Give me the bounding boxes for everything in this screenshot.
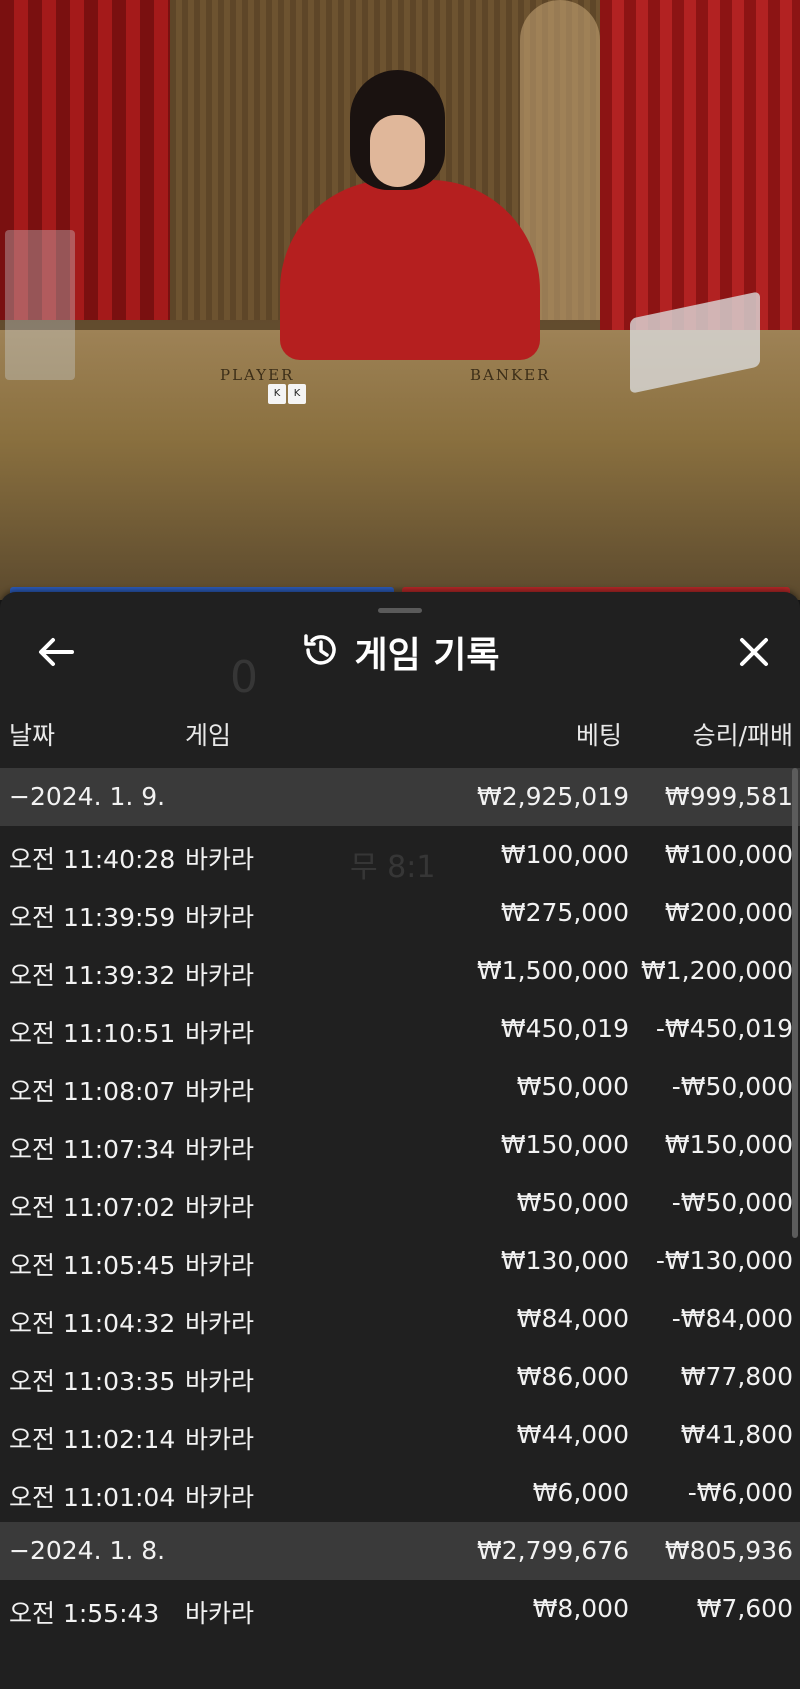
scrollbar[interactable]: [792, 768, 798, 1238]
group-total-result: ₩805,936: [664, 1536, 793, 1565]
column-header-bet: 베팅: [575, 721, 622, 750]
row-result: ₩7,600: [696, 1594, 793, 1623]
history-row[interactable]: 오전 11:04:32 바카라 ₩84,000 -₩84,000: [0, 1290, 800, 1348]
row-result: ₩41,800: [680, 1420, 793, 1449]
row-game: 바카라: [185, 1019, 255, 1048]
row-game: 바카라: [185, 1193, 255, 1222]
row-result: -₩50,000: [671, 1188, 793, 1217]
history-row[interactable]: 오전 11:02:14 바카라 ₩44,000 ₩41,800: [0, 1406, 800, 1464]
row-result: ₩150,000: [664, 1130, 793, 1159]
row-bet: ₩50,000: [516, 1188, 629, 1217]
row-game: 바카라: [185, 1135, 255, 1164]
column-header-date: 날짜: [9, 721, 56, 750]
playing-card: K: [288, 384, 306, 404]
row-game: 바카라: [185, 1599, 255, 1628]
row-time: 오전 11:39:32: [9, 961, 176, 990]
row-time: 오전 11:03:35: [9, 1367, 176, 1396]
history-row[interactable]: 오전 11:08:07 바카라 ₩50,000 -₩50,000: [0, 1058, 800, 1116]
column-header-row: 날짜 게임 베팅 승리/패배: [0, 710, 800, 756]
group-total-bet: ₩2,799,676: [477, 1536, 629, 1565]
date-group-header[interactable]: −2024. 1. 9. ₩2,925,019 ₩999,581: [0, 768, 800, 826]
playing-card: K: [268, 384, 286, 404]
row-time: 오전 11:07:34: [9, 1135, 176, 1164]
close-icon: [738, 636, 770, 672]
row-result: -₩450,019: [655, 1014, 793, 1043]
history-row[interactable]: 오전 11:07:34 바카라 ₩150,000 ₩150,000: [0, 1116, 800, 1174]
history-row[interactable]: 오전 11:05:45 바카라 ₩130,000 -₩130,000: [0, 1232, 800, 1290]
history-row[interactable]: 오전 11:01:04 바카라 ₩6,000 -₩6,000: [0, 1464, 800, 1522]
history-icon: [300, 630, 340, 674]
row-time: 오전 11:10:51: [9, 1019, 176, 1048]
row-bet: ₩450,019: [500, 1014, 629, 1043]
history-list[interactable]: −2024. 1. 9. ₩2,925,019 ₩999,581 오전 11:4…: [0, 768, 800, 1638]
group-total-result: ₩999,581: [664, 782, 793, 811]
history-row[interactable]: 오전 11:40:28 바카라 ₩100,000 ₩100,000: [0, 826, 800, 884]
row-bet: ₩100,000: [500, 840, 629, 869]
sheet-title-group: 게임 기록: [0, 626, 800, 678]
row-time: 오전 11:04:32: [9, 1309, 176, 1338]
row-time: 오전 11:07:02: [9, 1193, 176, 1222]
row-bet: ₩275,000: [500, 898, 629, 927]
row-game: 바카라: [185, 845, 255, 874]
sheet-title: 게임 기록: [354, 635, 500, 676]
history-row[interactable]: 오전 11:07:02 바카라 ₩50,000 -₩50,000: [0, 1174, 800, 1232]
row-game: 바카라: [185, 1077, 255, 1106]
row-bet: ₩50,000: [516, 1072, 629, 1101]
history-row[interactable]: 오전 11:39:59 바카라 ₩275,000 ₩200,000: [0, 884, 800, 942]
player-table-label: PLAYER: [220, 366, 295, 384]
row-time: 오전 1:55:43: [9, 1599, 160, 1628]
row-bet: ₩84,000: [516, 1304, 629, 1333]
discard-tray: [5, 230, 75, 380]
dealer-face: [370, 115, 425, 187]
row-game: 바카라: [185, 903, 255, 932]
row-result: -₩50,000: [671, 1072, 793, 1101]
row-bet: ₩8,000: [532, 1594, 629, 1623]
row-result: -₩6,000: [687, 1478, 793, 1507]
row-time: 오전 11:39:59: [9, 903, 176, 932]
row-bet: ₩6,000: [532, 1478, 629, 1507]
row-game: 바카라: [185, 1425, 255, 1454]
row-game: 바카라: [185, 961, 255, 990]
row-result: -₩84,000: [671, 1304, 793, 1333]
column-header-game: 게임: [185, 721, 232, 750]
row-result: ₩1,200,000: [641, 956, 793, 985]
right-curtain: [600, 0, 800, 340]
row-game: 바카라: [185, 1483, 255, 1512]
row-bet: ₩44,000: [516, 1420, 629, 1449]
group-date: −2024. 1. 9.: [9, 782, 166, 811]
dealer-body: [280, 180, 540, 360]
sheet-header: 게임 기록: [0, 614, 800, 694]
row-bet: ₩1,500,000: [477, 956, 629, 985]
row-result: ₩200,000: [664, 898, 793, 927]
row-bet: ₩86,000: [516, 1362, 629, 1391]
date-group-header[interactable]: −2024. 1. 8. ₩2,799,676 ₩805,936: [0, 1522, 800, 1580]
group-total-bet: ₩2,925,019: [477, 782, 629, 811]
game-history-sheet: 0 무 8:1 게임 기록 날짜 게임 베팅 승리/패배 −2024. 1. 9…: [0, 592, 800, 1689]
row-result: ₩77,800: [680, 1362, 793, 1391]
row-time: 오전 11:08:07: [9, 1077, 176, 1106]
column-header-result: 승리/패배: [692, 721, 793, 750]
history-row[interactable]: 오전 11:39:32 바카라 ₩1,500,000 ₩1,200,000: [0, 942, 800, 1000]
history-row[interactable]: 오전 1:55:43 바카라 ₩8,000 ₩7,600: [0, 1580, 800, 1638]
drag-handle[interactable]: [378, 608, 422, 613]
row-result: ₩100,000: [664, 840, 793, 869]
close-button[interactable]: [728, 628, 780, 680]
history-row[interactable]: 오전 11:10:51 바카라 ₩450,019 -₩450,019: [0, 1000, 800, 1058]
live-dealer-video: PLAYER BANKER K K: [0, 0, 800, 600]
row-result: -₩130,000: [655, 1246, 793, 1275]
row-time: 오전 11:40:28: [9, 845, 176, 874]
banker-table-label: BANKER: [470, 366, 551, 384]
row-game: 바카라: [185, 1309, 255, 1338]
group-date: −2024. 1. 8.: [9, 1536, 166, 1565]
row-time: 오전 11:05:45: [9, 1251, 176, 1280]
history-row[interactable]: 오전 11:03:35 바카라 ₩86,000 ₩77,800: [0, 1348, 800, 1406]
row-time: 오전 11:01:04: [9, 1483, 176, 1512]
row-game: 바카라: [185, 1251, 255, 1280]
row-bet: ₩150,000: [500, 1130, 629, 1159]
row-game: 바카라: [185, 1367, 255, 1396]
row-time: 오전 11:02:14: [9, 1425, 176, 1454]
row-bet: ₩130,000: [500, 1246, 629, 1275]
